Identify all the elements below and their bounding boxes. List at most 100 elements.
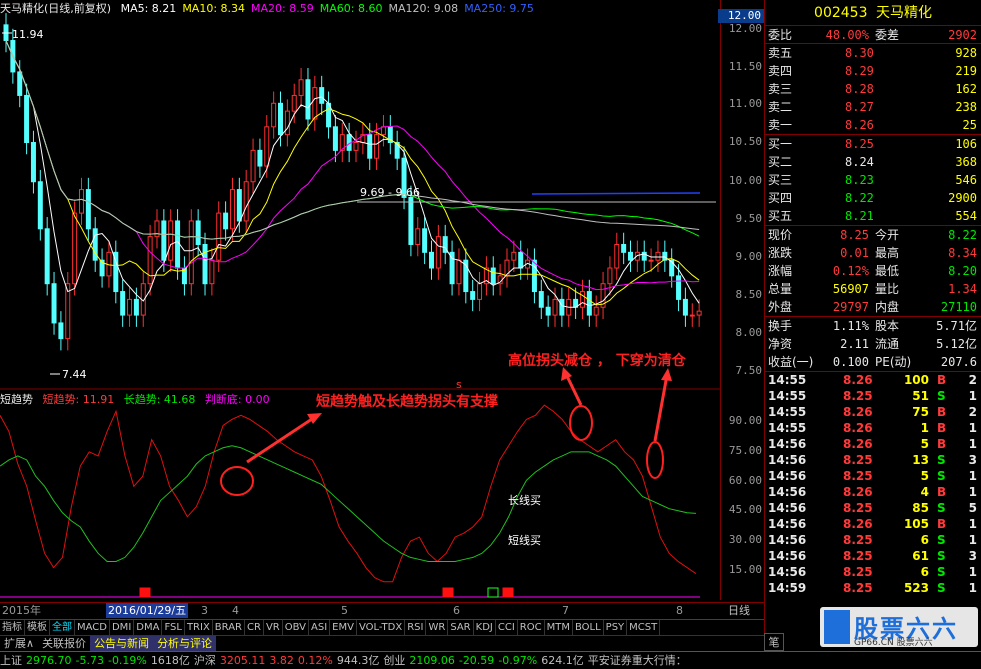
tick-count: 1 <box>968 581 977 595</box>
signal-square <box>487 587 499 598</box>
status-item: 沪深 <box>193 654 216 667</box>
month-label: 8 <box>676 604 683 617</box>
tick-count: 1 <box>968 421 977 435</box>
stock-name: 天马精化 <box>875 5 932 21</box>
buy-order-row[interactable]: 买二 8.24 368 <box>765 153 981 171</box>
month-label: 5 <box>341 604 348 617</box>
tick-volume: 51 <box>912 389 929 403</box>
indicator-tab[interactable]: FSL <box>162 620 185 635</box>
price-axis-label: 8.50 <box>735 288 763 301</box>
tick-count: 1 <box>968 485 977 499</box>
indicator-tab[interactable]: PSY <box>604 620 628 635</box>
indicator-tab[interactable]: ASI <box>309 620 331 635</box>
candle-body <box>422 228 428 253</box>
indicator-tab[interactable]: BOLL <box>573 620 604 635</box>
quote-value: 27110 <box>940 300 977 314</box>
indicator-tab[interactable]: ROC <box>518 620 545 635</box>
extension-tab[interactable]: 关联报价 <box>38 636 90 651</box>
level-volume: 162 <box>955 82 977 96</box>
tick-volume: 100 <box>903 373 929 387</box>
level-volume: 106 <box>955 137 977 151</box>
month-label: 3 <box>201 604 208 617</box>
indicator-tab[interactable]: OBV <box>283 620 309 635</box>
tick-row: 14:56 8.25 5 S 1 <box>765 468 981 484</box>
candle-body <box>380 126 386 136</box>
tick-time: 14:56 <box>768 549 807 563</box>
indicator-tab[interactable]: SAR <box>448 620 474 635</box>
indicator-tab[interactable]: MTM <box>545 620 573 635</box>
status-item: -5.73 <box>75 654 104 667</box>
candle-body <box>614 243 620 269</box>
level-price: 8.21 <box>845 209 874 223</box>
indicator-tab[interactable]: BRAR <box>213 620 245 635</box>
indicator-tab[interactable]: DMI <box>110 620 135 635</box>
indicator-axis-label: 30.00 <box>728 533 762 546</box>
sell-order-row[interactable]: 卖四 8.29 219 <box>765 62 981 80</box>
buy-order-row[interactable]: 买四 8.22 2900 <box>765 189 981 207</box>
candle-body <box>621 243 627 253</box>
indicator-axis-label: 45.00 <box>728 503 762 516</box>
indicator-tab[interactable]: 指标 <box>0 620 25 635</box>
extension-tab[interactable]: 公告与新闻 <box>90 636 154 651</box>
indicator-tab[interactable]: 模板 <box>25 620 50 635</box>
level-volume: 2900 <box>948 191 977 205</box>
indicator-name: 短趋势 <box>0 393 33 406</box>
indicator-tab[interactable]: CR <box>245 620 264 635</box>
indicator-tab[interactable]: VR <box>264 620 283 635</box>
indicator-tab[interactable]: 全部 <box>50 620 75 635</box>
indicator-tab[interactable]: RSI <box>405 620 427 635</box>
sell-order-row[interactable]: 卖一 8.26 25 <box>765 116 981 134</box>
status-item: -0.19% <box>107 654 147 667</box>
extension-tab[interactable]: 分析与评论 <box>153 636 217 651</box>
quote-value: 8.20 <box>948 264 977 278</box>
candle-body <box>284 110 290 136</box>
candle-body <box>127 298 133 316</box>
level-label: 卖四 <box>768 64 793 78</box>
tick-list[interactable]: 14:55 8.26 100 B 2 14:55 8.25 51 S 1 14:55 8.26 75 B 2… <box>765 372 981 596</box>
level-volume: 546 <box>955 173 977 187</box>
status-item: -20.59 <box>458 654 495 667</box>
buy-order-row[interactable]: 买一 8.25 106 <box>765 135 981 153</box>
sell-order-row[interactable]: 卖五 8.30 928 <box>765 44 981 62</box>
buy-order-row[interactable]: 买三 8.23 546 <box>765 171 981 189</box>
tick-tab[interactable]: 笔 <box>764 633 784 651</box>
sell-order-row[interactable]: 卖二 8.27 238 <box>765 98 981 116</box>
level-volume: 25 <box>962 118 977 132</box>
extension-tab[interactable]: 扩展∧ <box>0 636 38 651</box>
ma-line <box>5 40 700 240</box>
date-axis: 2015年 2016/01/29/五 3 4 5 6 7 8 日线 <box>0 602 764 618</box>
period-label[interactable]: 日线 <box>728 603 750 618</box>
tick-side: B <box>937 485 947 499</box>
tick-row: 14:56 8.25 13 S 3 <box>765 452 981 468</box>
tick-row: 14:56 8.25 6 S 1 <box>765 564 981 580</box>
candle-body <box>428 251 434 269</box>
buy-order-row[interactable]: 买五 8.21 554 <box>765 207 981 225</box>
indicator-tab[interactable]: MCST <box>627 620 661 635</box>
quote-value: 56907 <box>832 282 869 296</box>
candle-body <box>579 291 585 308</box>
indicator-tab[interactable]: MACD <box>75 620 110 635</box>
signal-marker: s <box>456 378 462 391</box>
price-axis-label: 11.00 <box>728 97 762 110</box>
candle-body <box>147 236 153 285</box>
selected-date[interactable]: 2016/01/29/五 <box>106 603 189 618</box>
status-item: 2109.06 <box>409 654 455 667</box>
indicator-tab[interactable]: VOL-TDX <box>357 620 406 635</box>
indicator-tab[interactable]: EMV <box>330 620 357 635</box>
indicator-tab[interactable]: TRIX <box>185 620 213 635</box>
level-label: 买二 <box>768 155 793 169</box>
indicator-tab[interactable]: CCI <box>496 620 518 635</box>
tick-row: 14:59 8.25 523 S 1 <box>765 580 981 596</box>
indicator-tab[interactable]: WR <box>426 620 449 635</box>
tick-price: 8.25 <box>843 501 873 515</box>
indicator-legend: 短趋势 短趋势: 11.91 长趋势: 41.68 判断底: 0.00 <box>0 392 276 408</box>
kline-chart-area[interactable]: 天马精化(日线,前复权) MA5: 8.21 MA10: 8.34 MA20: 8.… <box>0 0 764 620</box>
indicator-tab[interactable]: KDJ <box>474 620 496 635</box>
watermark-logo: 股票六六 GP66.CN 股票六六 <box>820 607 978 648</box>
kline-chart[interactable] <box>0 0 720 600</box>
candle-body <box>278 102 284 136</box>
candle-body <box>593 306 599 316</box>
indicator-tab[interactable]: DMA <box>134 620 163 635</box>
fundamental-value: 5.71亿 <box>936 319 977 333</box>
sell-order-row[interactable]: 卖三 8.28 162 <box>765 80 981 98</box>
